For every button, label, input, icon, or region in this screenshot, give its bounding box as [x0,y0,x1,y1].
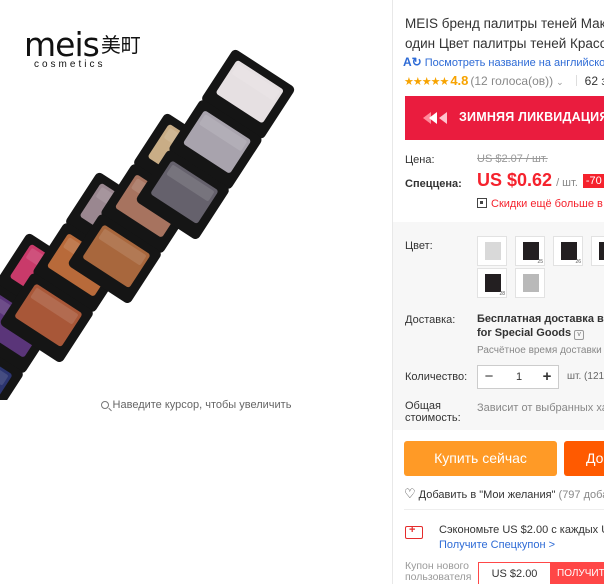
wishlist-text: Добавить в "Мои желания" [418,489,556,501]
more-discounts-text: Скидки ещё больше в п [491,198,604,210]
discount-badge: -70 [582,174,604,188]
quantity-increase-button[interactable]: + [536,366,558,388]
total-label: Общая стоимость: [405,400,461,424]
rating-separator [575,75,577,86]
zoom-hint-text: Наведите курсор, чтобы увеличить [112,399,292,411]
buy-now-button[interactable]: Купить сейчас [404,441,557,476]
swatch-thumbnail [523,274,539,292]
price-unit: / шт. [556,177,578,189]
color-swatch[interactable] [515,268,545,298]
rating-value: 4.8 [450,73,469,88]
shipping-title-line2: for Special Goods [477,327,572,339]
orders-count: 62 з [584,74,604,88]
special-price: US $0.62/ шт. -70 [477,170,604,191]
star-rating-icon: ★★★★★ [404,76,449,88]
price-label: Цена: [405,154,435,166]
swatch-label: 28 [499,291,505,297]
more-discounts-link[interactable]: Скидки ещё больше в п [477,198,604,210]
total-label-line1: Общая [405,400,441,412]
new-user-coupon-line2: пользователя [405,571,472,583]
promo-banner[interactable]: ЗИМНЯЯ ЛИКВИДАЦИЯ [405,96,604,140]
product-image [0,49,295,400]
promo-banner-text: ЗИМНЯЯ ЛИКВИДАЦИЯ [459,110,604,124]
heart-icon: ♡ [404,486,416,501]
get-coupon-link[interactable]: Получите Спецкупон > [439,539,555,551]
translate-link[interactable]: A↻ Посмотреть название на английско [403,55,604,69]
shipping-title-line1: Бесплатная доставка в R [477,313,604,325]
swatch-label: 26 [575,259,581,265]
color-swatch[interactable] [591,236,604,266]
color-swatch[interactable]: 25 [515,236,545,266]
old-price: US $2.07 / шт. [477,153,548,165]
quantity-label: Количество: [405,371,468,383]
shipping-method[interactable]: Бесплатная доставка в R for Special Good… [477,312,604,340]
store-coupon-text: Сэкономьте US $2.00 с каждых US [439,524,604,536]
rating-row[interactable]: ★★★★★4.8(12 голоса(ов))⌄ 62 з [404,73,604,88]
quantity-input[interactable]: 1 [500,366,538,388]
rating-count: (12 голоса(ов)) [470,74,554,88]
translate-link-text: Посмотреть название на английско [424,57,604,69]
swatch-thumbnail [561,242,577,260]
get-new-user-coupon-button[interactable]: ПОЛУЧИТЕ [551,562,604,584]
arrows-decoration-icon [423,112,447,124]
total-label-line2: стоимость: [405,412,461,424]
special-price-label: Спеццена: [405,178,462,190]
wishlist-count: (797 доба [558,489,604,501]
zoom-hint: Наведите курсор, чтобы увеличить [0,399,392,411]
swatch-thumbnail [485,274,501,292]
translate-icon: A↻ [403,55,422,69]
shipping-label: Доставка: [405,314,456,326]
color-label: Цвет: [405,240,433,252]
product-title: MEIS бренд палитры теней Макия один Цвет… [405,14,604,54]
swatch-thumbnail [523,242,539,260]
swatch-label: 25 [537,259,543,265]
qr-code-icon [477,198,487,208]
chevron-down-icon: v [574,330,585,340]
chevron-down-icon: ⌄ [556,77,564,87]
magnifier-icon [100,401,109,409]
product-title-line1: MEIS бренд палитры теней Макия [405,16,604,31]
swatch-thumbnail [599,242,604,260]
add-to-cart-button[interactable]: До [564,441,604,476]
color-swatch[interactable]: 28 [477,268,507,298]
product-title-line2: один Цвет палитры теней Красот [405,36,604,51]
quantity-stepper: − 1 + [477,365,559,389]
color-swatch[interactable] [477,236,507,266]
add-to-wishlist-link[interactable]: ♡ Добавить в "Мои желания" (797 доба [404,486,604,502]
color-swatch[interactable]: 26 [553,236,583,266]
swatch-thumbnail [485,242,501,260]
new-user-coupon-value: US $2.00 [478,562,551,584]
section-divider [404,509,604,510]
product-gallery[interactable]: meis 美町 cosmetics Наведите курсор, чтобы … [0,0,392,584]
special-price-value: US $0.62 [477,170,553,190]
product-info-panel: MEIS бренд палитры теней Макия один Цвет… [393,0,604,584]
quantity-decrease-button[interactable]: − [478,366,500,388]
new-user-coupon-label: Купон нового пользователя [405,561,472,583]
quantity-available: шт. (121 [567,371,604,382]
coupon-icon [405,524,423,539]
shipping-estimate: Расчётное время доставки [477,345,602,356]
total-value: Зависит от выбранных хар [477,402,604,414]
